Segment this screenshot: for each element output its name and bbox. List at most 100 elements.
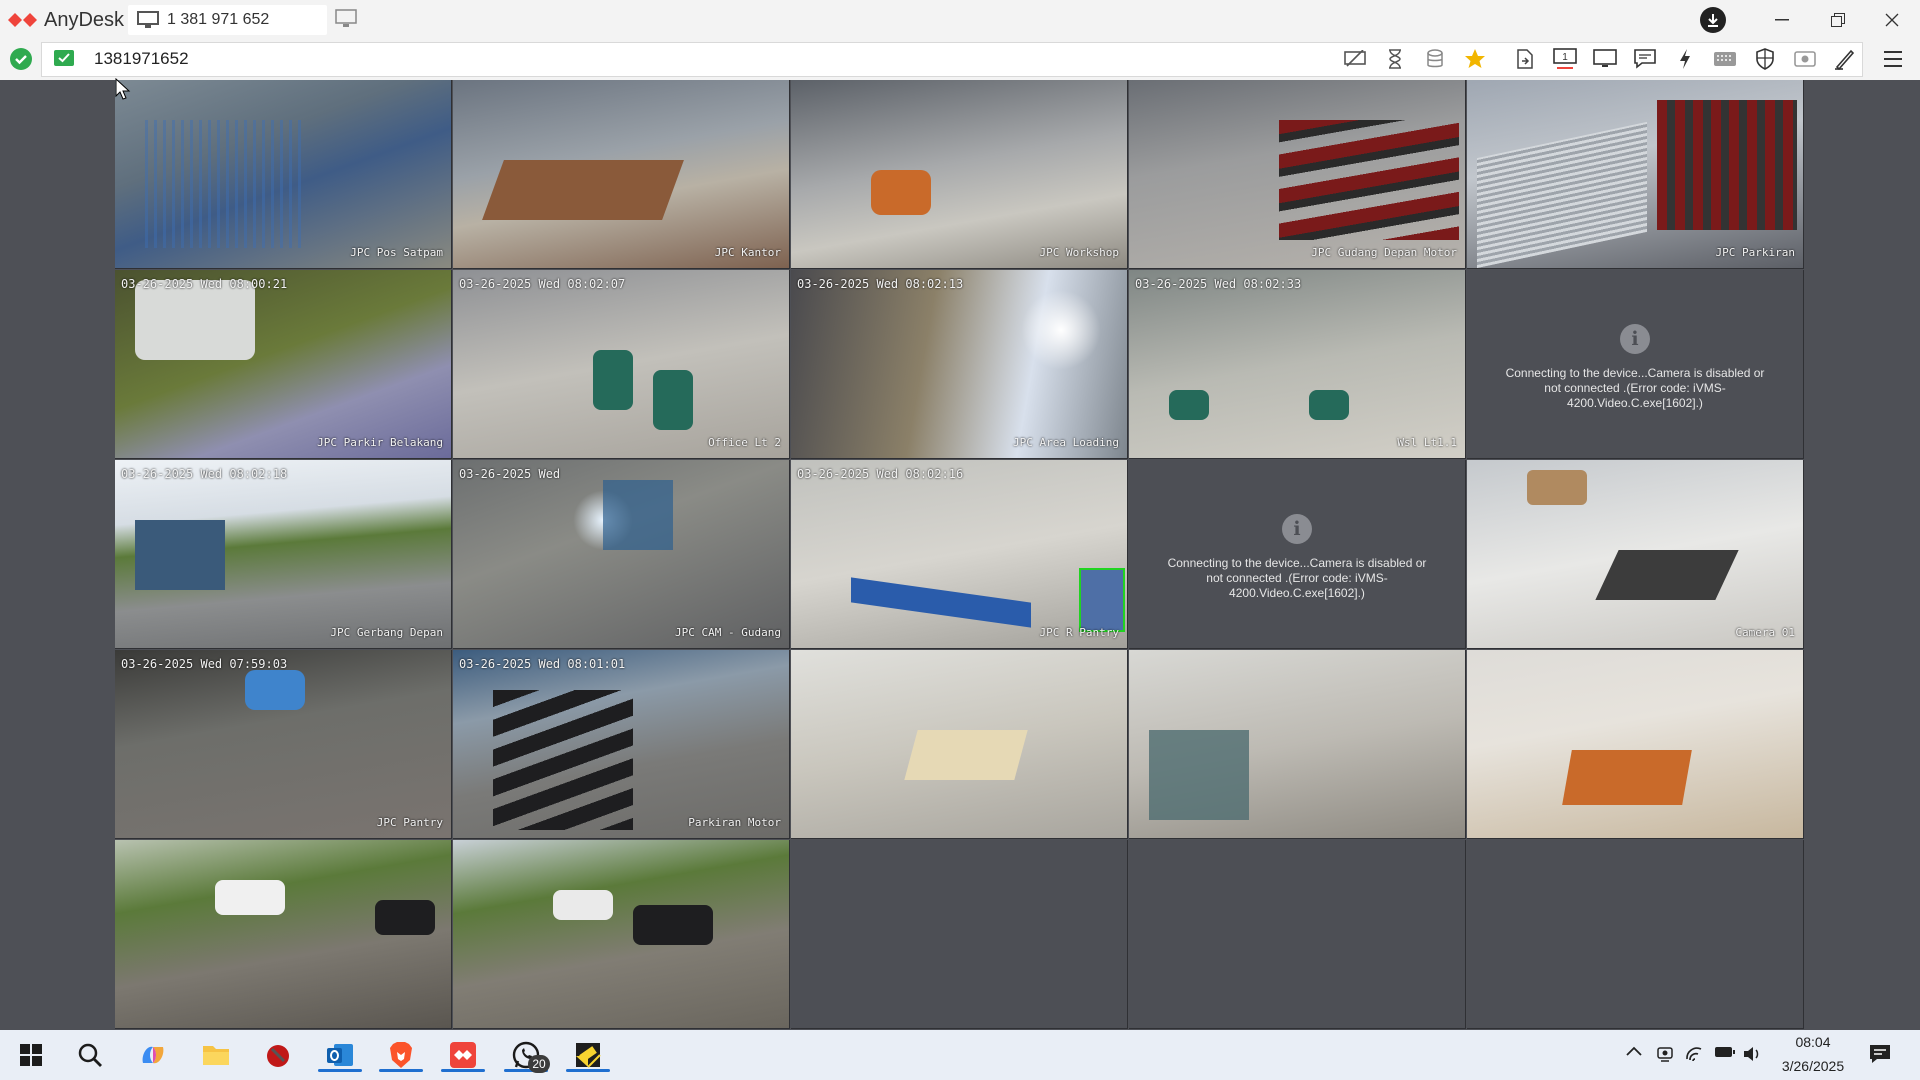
privacy-icon[interactable]	[1340, 45, 1370, 73]
camera-tile[interactable]: 03-26-2025 Wed 08:02:13 JPC Area Loading	[791, 270, 1128, 459]
file-explorer-icon[interactable]	[196, 1036, 236, 1074]
search-icon[interactable]	[70, 1036, 110, 1074]
connection-ok-icon	[10, 48, 32, 70]
outlook-icon[interactable]	[318, 1036, 362, 1074]
camera-tile[interactable]: JPC Workshop	[791, 80, 1128, 269]
copilot-icon[interactable]	[133, 1036, 173, 1074]
menu-icon[interactable]	[1876, 45, 1910, 73]
brave-icon[interactable]	[379, 1036, 423, 1074]
session-tab[interactable]: 1 381 971 652	[128, 5, 327, 35]
sticky-notes-icon[interactable]	[566, 1036, 610, 1074]
camera-tile[interactable]	[115, 840, 452, 1029]
chevron-up-icon[interactable]	[1625, 1045, 1643, 1057]
camera-timestamp: 03-26-2025 Wed 08:02:13	[797, 277, 964, 291]
hourglass-icon[interactable]	[1380, 45, 1410, 73]
file-transfer-icon[interactable]	[1510, 45, 1540, 73]
camera-tile[interactable]: JPC Gudang Depan Motor	[1129, 80, 1466, 269]
download-update-icon[interactable]	[1700, 7, 1726, 33]
minimize-icon	[1775, 19, 1789, 21]
camera-tile[interactable]: JPC Parkiran	[1467, 80, 1804, 269]
camera-label: JPC Pantry	[376, 816, 443, 829]
camera-error-message: Connecting to the device...Camera is dis…	[1167, 556, 1427, 600]
camera-tile-empty[interactable]	[791, 840, 1128, 1029]
whatsapp-badge: 20	[528, 1055, 550, 1073]
active-indicator	[566, 1069, 610, 1072]
close-button[interactable]	[1872, 6, 1912, 34]
camera-label: JPC Kantor	[714, 246, 781, 259]
database-icon[interactable]	[1420, 45, 1450, 73]
camera-tile[interactable]: 03-26-2025 Wed 08:02:16 JPC R Pantry	[791, 460, 1128, 649]
camera-timestamp: 03-26-2025 Wed 08:02:33	[1135, 277, 1302, 291]
minimize-button[interactable]	[1762, 6, 1802, 34]
camera-tile[interactable]: 03-26-2025 Wed JPC CAM - Gudang	[453, 460, 790, 649]
camera-label: Parkiran Motor	[688, 816, 781, 829]
camera-tile[interactable]: 03-26-2025 Wed 08:01:01 Parkiran Motor	[453, 650, 790, 839]
camera-tile[interactable]: JPC Pos Satpam	[115, 80, 452, 269]
camera-tile[interactable]: 03-26-2025 Wed 08:00:21 JPC Parkir Belak…	[115, 270, 452, 459]
windows-start-icon[interactable]	[11, 1036, 51, 1074]
camera-tile-empty[interactable]	[1129, 840, 1466, 1029]
camera-label: JPC Parkir Belakang	[317, 436, 443, 449]
camera-tile[interactable]: 03-26-2025 Wed 08:02:07 Office Lt 2	[453, 270, 790, 459]
anydesk-icon[interactable]	[441, 1036, 485, 1074]
svg-text:1: 1	[1562, 52, 1568, 63]
active-indicator	[379, 1069, 423, 1072]
camera-label: JPC R Pantry	[1039, 626, 1119, 639]
camera-label: Office Lt 2	[708, 436, 781, 449]
favorite-star-icon[interactable]	[1460, 45, 1490, 73]
session-tab-label: 1 381 971 652	[167, 11, 270, 28]
camera-label: JPC Workshop	[1039, 246, 1119, 259]
camera-label: Wsl Lt1.1	[1397, 436, 1457, 449]
camera-label: JPC Pos Satpam	[350, 246, 443, 259]
battery-icon[interactable]	[1714, 1045, 1736, 1059]
camera-tray-icon[interactable]	[1656, 1045, 1674, 1063]
camera-tile[interactable]: 03-26-2025 Wed 08:02:33 Wsl Lt1.1	[1129, 270, 1466, 459]
whiteboard-pen-icon[interactable]	[1830, 45, 1860, 73]
camera-tile[interactable]: JPC Kantor	[453, 80, 790, 269]
screenshot-icon[interactable]	[1790, 45, 1820, 73]
chat-icon[interactable]	[1630, 45, 1660, 73]
display-icon[interactable]	[1590, 45, 1620, 73]
permissions-shield-icon[interactable]	[1750, 45, 1780, 73]
anydesk-logo-icon	[8, 13, 37, 27]
camera-tile-offline[interactable]: i Connecting to the device...Camera is d…	[1467, 270, 1804, 459]
actions-lightning-icon[interactable]	[1670, 45, 1700, 73]
camera-tile[interactable]: Camera 01	[1467, 460, 1804, 649]
camera-timestamp: 03-26-2025 Wed 08:02:07	[459, 277, 626, 291]
camera-tile[interactable]	[453, 840, 790, 1029]
address-value: 1381971652	[94, 49, 189, 68]
restore-button[interactable]	[1818, 6, 1858, 34]
app-red-icon[interactable]	[258, 1036, 298, 1074]
notifications-icon[interactable]	[1868, 1043, 1892, 1065]
restore-icon	[1831, 13, 1845, 27]
camera-tile[interactable]: 03-26-2025 Wed 07:59:03 JPC Pantry	[115, 650, 452, 839]
camera-label: Camera 01	[1735, 626, 1795, 639]
remote-screen[interactable]: JPC Pos Satpam JPC Kantor JPC Workshop J…	[0, 80, 1920, 1030]
camera-timestamp: 03-26-2025 Wed 08:02:18	[121, 467, 288, 481]
camera-label: JPC CAM - Gudang	[675, 626, 781, 639]
clock-time[interactable]: 08:04	[1760, 1034, 1866, 1050]
camera-tile-offline[interactable]: i Connecting to the device...Camera is d…	[1129, 460, 1466, 649]
info-icon: i	[1620, 324, 1650, 354]
camera-timestamp: 03-26-2025 Wed 08:02:16	[797, 467, 964, 481]
active-indicator	[441, 1069, 485, 1072]
volume-icon[interactable]	[1742, 1045, 1762, 1063]
wifi-icon[interactable]	[1685, 1045, 1705, 1063]
camera-tile[interactable]	[1467, 650, 1804, 839]
camera-label: JPC Gudang Depan Motor	[1311, 246, 1457, 259]
camera-tile-empty[interactable]	[1467, 840, 1804, 1029]
camera-timestamp: 03-26-2025 Wed 08:01:01	[459, 657, 626, 671]
info-icon: i	[1282, 514, 1312, 544]
monitor-icon	[137, 11, 159, 28]
camera-tile[interactable]	[791, 650, 1128, 839]
camera-tile[interactable]	[1129, 650, 1466, 839]
camera-tile[interactable]: 03-26-2025 Wed 08:02:18 JPC Gerbang Depa…	[115, 460, 452, 649]
clock-date[interactable]: 3/26/2025	[1760, 1058, 1866, 1074]
title-bar: AnyDesk 1 381 971 652	[0, 0, 1920, 40]
new-session-icon[interactable]	[335, 9, 357, 29]
keyboard-icon[interactable]	[1710, 45, 1740, 73]
camera-label: JPC Gerbang Depan	[330, 626, 443, 639]
display-1-icon[interactable]: 1	[1550, 45, 1580, 73]
camera-label: JPC Parkiran	[1715, 246, 1795, 259]
camera-error-message: Connecting to the device...Camera is dis…	[1505, 366, 1765, 410]
